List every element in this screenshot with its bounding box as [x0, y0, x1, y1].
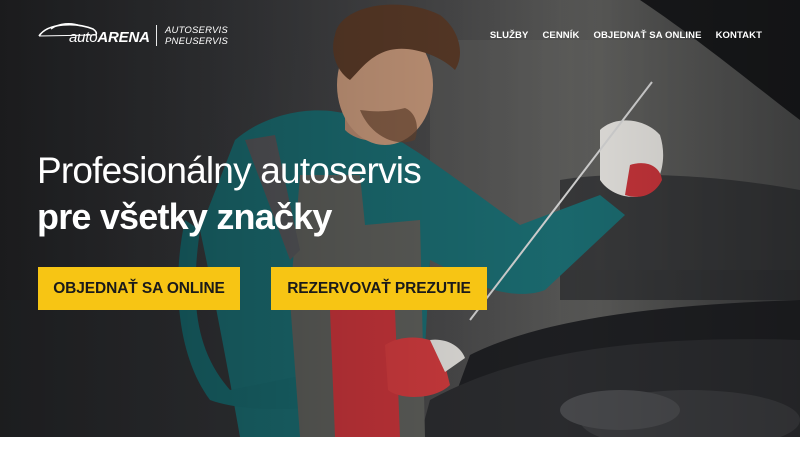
brand-logo[interactable]: autoARENA AUTOSERVIS PNEUSERVIS — [37, 20, 228, 50]
nav-item-objednat-online[interactable]: OBJEDNAŤ SA ONLINE — [593, 30, 701, 41]
hero-section: autoARENA AUTOSERVIS PNEUSERVIS SLUŽBY C… — [0, 0, 800, 437]
brand-tagline-line2: PNEUSERVIS — [165, 36, 229, 47]
brand-name-light: auto — [69, 29, 98, 46]
hero-headline-line1: Profesionálny autoservis — [37, 150, 422, 191]
nav-item-cennik[interactable]: CENNÍK — [542, 30, 579, 41]
logo-divider — [156, 25, 157, 46]
nav-item-sluzby[interactable]: SLUŽBY — [490, 30, 529, 41]
brand-tagline-line1: AUTOSERVIS — [165, 25, 228, 36]
brand-tagline: AUTOSERVIS PNEUSERVIS — [165, 25, 228, 47]
book-tire-change-button[interactable]: REZERVOVAŤ PREZUTIE — [271, 267, 487, 310]
main-nav: SLUŽBY CENNÍK OBJEDNAŤ SA ONLINE KONTAKT — [490, 30, 762, 41]
nav-item-kontakt[interactable]: KONTAKT — [716, 30, 762, 41]
brand-name-bold: ARENA — [97, 29, 150, 46]
brand-wordmark: autoARENA — [69, 29, 150, 46]
page-bottom-strip — [0, 437, 800, 450]
hero-headline-line2: pre všetky značky — [37, 196, 332, 237]
order-online-button[interactable]: OBJEDNAŤ SA ONLINE — [38, 267, 240, 310]
